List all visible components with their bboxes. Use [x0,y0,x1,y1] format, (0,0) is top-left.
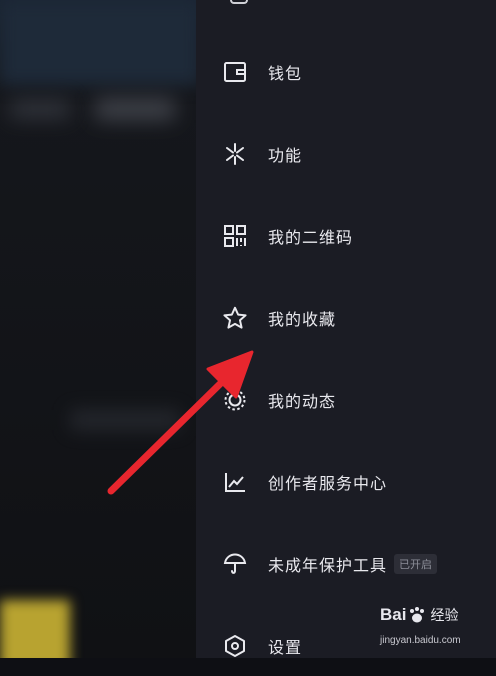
blurred-background-app [0,0,200,658]
background-thumbnail [0,600,70,658]
menu-item-label: 设置 [268,638,303,657]
side-drawer-menu: 钱包 功能 我的二维码 我的收藏 我的动态 创作者服务中心 未成年保护工具 已开… [196,0,496,658]
partial-top-icon [230,0,248,4]
menu-item-label: 我的动态 [268,392,337,411]
menu-item-qr-code[interactable]: 我的二维码 [196,206,496,266]
chart-line-icon [222,469,248,495]
baidu-watermark: Bai 经验 jingyan.baidu.com [380,605,492,653]
qr-code-icon [222,223,248,249]
star-icon [222,305,248,331]
menu-item-label: 我的收藏 [268,310,337,329]
watermark-url: jingyan.baidu.com [380,635,461,646]
settings-hexagon-icon [222,633,248,659]
menu-item-features[interactable]: 功能 [196,124,496,184]
menu-item-label: 未成年保护工具 [268,556,388,575]
menu-item-creator-center[interactable]: 创作者服务中心 [196,452,496,512]
status-badge: 已开启 [394,554,437,574]
menu-item-label: 我的二维码 [268,228,354,247]
wallet-icon [222,59,248,85]
menu-item-label: 功能 [268,146,303,165]
menu-item-label: 钱包 [268,64,303,83]
background-header [0,0,200,85]
activity-circle-icon [222,387,248,413]
paw-icon [410,607,425,623]
baidu-logo: Bai [380,605,407,624]
menu-item-minor-protection[interactable]: 未成年保护工具 已开启 [196,534,496,594]
menu-item-activity[interactable]: 我的动态 [196,370,496,430]
sparkle-icon [222,141,248,167]
menu-item-wallet[interactable]: 钱包 [196,42,496,102]
menu-item-favorites[interactable]: 我的收藏 [196,288,496,348]
background-text [10,100,70,118]
umbrella-icon [222,551,248,577]
watermark-text: 经验 [430,608,459,624]
menu-item-label: 创作者服务中心 [268,474,388,493]
background-text [70,410,180,430]
background-text [95,98,175,120]
